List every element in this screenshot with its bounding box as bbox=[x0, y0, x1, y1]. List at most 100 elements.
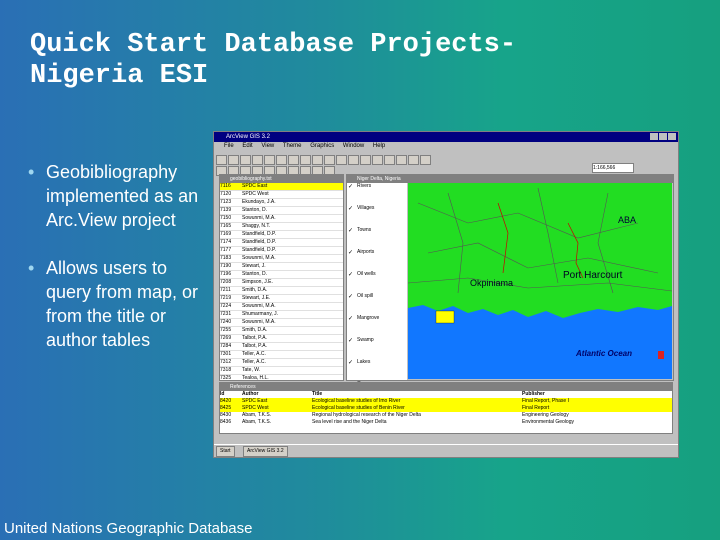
attribute-row[interactable]: 7177 Standfield, D.P. bbox=[220, 247, 343, 255]
attribute-name: Stewart, J. bbox=[242, 263, 266, 269]
table-cell: Final Report bbox=[522, 405, 550, 411]
taskbar-arcview-button[interactable]: ArcView GIS 3.2 bbox=[243, 446, 288, 457]
attribute-name: Shumarmany, J. bbox=[242, 311, 279, 317]
bullet-text: Geobibliography implemented as an Arc.Vi… bbox=[46, 162, 199, 230]
map-label-aba: ABA bbox=[618, 215, 636, 225]
menu-file[interactable]: File bbox=[224, 143, 234, 149]
attribute-row[interactable]: 7196 Stanton, D. bbox=[220, 271, 343, 279]
attribute-name: Simpson, J.E. bbox=[242, 279, 273, 285]
bullet-dot-icon: • bbox=[28, 258, 35, 278]
attribute-id: 7231 bbox=[220, 311, 232, 317]
table-cell: Regional hydrological research of the Ni… bbox=[312, 412, 421, 418]
attribute-row[interactable]: 7183 Sowunmi, M.A. bbox=[220, 255, 343, 263]
attribute-row[interactable]: 7150 Sowunmi, M.A. bbox=[220, 215, 343, 223]
attribute-row[interactable]: 7318 Tate, W. bbox=[220, 367, 343, 375]
start-button[interactable]: Start bbox=[216, 446, 235, 457]
menu-help[interactable]: Help bbox=[373, 143, 385, 149]
table-cell: 8430 bbox=[220, 412, 232, 418]
attribute-row[interactable]: 7269 Talbot, P.A. bbox=[220, 335, 343, 343]
close-icon[interactable] bbox=[668, 133, 676, 140]
attribute-row[interactable]: 7224 Sowunmi, M.A. bbox=[220, 303, 343, 311]
table-cell: Abam, T.K.S. bbox=[242, 412, 272, 418]
menu-edit[interactable]: Edit bbox=[242, 143, 252, 149]
toc-theme-item[interactable]: Swamp bbox=[347, 337, 407, 359]
button-bar bbox=[214, 151, 678, 165]
maximize-icon[interactable] bbox=[659, 133, 667, 140]
attribute-id: 7120 bbox=[220, 191, 232, 197]
view-window-title: Niger Delta, Nigeria bbox=[347, 175, 673, 183]
attribute-id: 7183 bbox=[220, 255, 232, 261]
attribute-id: 7208 bbox=[220, 279, 232, 285]
attribute-name: Stanton, D. bbox=[242, 271, 268, 277]
attribute-name: SPDC West bbox=[242, 191, 269, 197]
table-cell: Sea level rise and the Niger Delta bbox=[312, 419, 387, 425]
table-header-cell[interactable]: Title bbox=[312, 391, 522, 398]
bullet-dot-icon: • bbox=[28, 162, 35, 182]
attribute-id: 7255 bbox=[220, 327, 232, 333]
attribute-id: 7174 bbox=[220, 239, 232, 245]
table-row[interactable]: 8436 Abam, T.K.S. Sea level rise and the N… bbox=[220, 419, 672, 426]
attribute-name: Tate, W. bbox=[242, 367, 261, 373]
attribute-name: Sowunmi, M.A. bbox=[242, 255, 276, 261]
toc-theme-item[interactable]: Towns bbox=[347, 227, 407, 249]
attribute-row[interactable]: 7312 Teller, A.C. bbox=[220, 359, 343, 367]
table-cell: 8420 bbox=[220, 398, 232, 404]
attribute-id: 7269 bbox=[220, 335, 232, 341]
bullet-text: Allows users to query from map, or from … bbox=[46, 258, 199, 350]
attribute-id: 7190 bbox=[220, 263, 232, 269]
table-header-cell[interactable]: Publisher bbox=[522, 391, 662, 398]
attribute-row[interactable]: 7116 SPDC East bbox=[220, 183, 343, 191]
attribute-row[interactable]: 7219 Stewart, J.E. bbox=[220, 295, 343, 303]
map-marker-red bbox=[658, 351, 664, 359]
toc-theme-item[interactable]: Oil spill bbox=[347, 293, 407, 315]
attribute-row[interactable]: 7231 Shumarmany, J. bbox=[220, 311, 343, 319]
attribute-row[interactable]: 7174 Standfield, D.P. bbox=[220, 239, 343, 247]
attribute-row[interactable]: 7120 SPDC West bbox=[220, 191, 343, 199]
references-table-window: References Id Author Title Publisher 8420 SPD… bbox=[219, 382, 673, 434]
toc-theme-item[interactable]: Rivers bbox=[347, 183, 407, 205]
attribute-id: 7150 bbox=[220, 215, 232, 221]
attribute-row[interactable]: 7169 Standfield, D.P. bbox=[220, 231, 343, 239]
attribute-row[interactable]: 7139 Stanton, D. bbox=[220, 207, 343, 215]
menu-window[interactable]: Window bbox=[343, 143, 364, 149]
toc-theme-item[interactable]: Oil wells bbox=[347, 271, 407, 293]
attribute-id: 7301 bbox=[220, 351, 232, 357]
menu-theme[interactable]: Theme bbox=[283, 143, 302, 149]
attribute-row[interactable]: 7301 Teller, A.C. bbox=[220, 351, 343, 359]
toc-theme-item[interactable]: Villages bbox=[347, 205, 407, 227]
menu-graphics[interactable]: Graphics bbox=[310, 143, 334, 149]
attributes-window: geobibliography.txt 7116 SPDC East 7120 SPD… bbox=[219, 174, 344, 391]
attribute-row[interactable]: 7165 Shaggy, N.T. bbox=[220, 223, 343, 231]
table-header-cell[interactable]: Author bbox=[242, 391, 312, 398]
map-label-okpiniama: Okpiniama bbox=[470, 278, 513, 288]
table-row[interactable]: 8420 SPDC East Ecological baseline studies… bbox=[220, 398, 672, 405]
toc-theme-item[interactable]: Lakes bbox=[347, 359, 407, 381]
table-row[interactable]: 8430 Abam, T.K.S. Regional hydrological re… bbox=[220, 412, 672, 419]
tool-bar: 1:166,566 bbox=[214, 162, 678, 176]
attribute-row[interactable]: 7211 Smith, D.A. bbox=[220, 287, 343, 295]
menu-view[interactable]: View bbox=[261, 143, 274, 149]
app-title: ArcView GIS 3.2 bbox=[226, 134, 270, 140]
attribute-row[interactable]: 7284 Talbot, P.A. bbox=[220, 343, 343, 351]
attribute-row[interactable]: 7255 Smith, D.A. bbox=[220, 327, 343, 335]
table-cell: Final Report, Phase I bbox=[522, 398, 569, 404]
map-label-ocean: Atlantic Ocean bbox=[575, 349, 632, 358]
attribute-row[interactable]: 7208 Simpson, J.E. bbox=[220, 279, 343, 287]
attribute-row[interactable]: 7190 Stewart, J. bbox=[220, 263, 343, 271]
table-row[interactable]: 8425 SPDC West Ecological baseline studies… bbox=[220, 405, 672, 412]
toc-theme-item[interactable]: Mangrove bbox=[347, 315, 407, 337]
attribute-row[interactable]: 7240 Sowunmi, M.A. bbox=[220, 319, 343, 327]
minimize-icon[interactable] bbox=[650, 133, 658, 140]
attribute-row[interactable]: 7123 Ekundayo, J.A. bbox=[220, 199, 343, 207]
attribute-name: Sowunmi, M.A. bbox=[242, 215, 276, 221]
attribute-id: 7318 bbox=[220, 367, 232, 373]
map-canvas[interactable]: ABA Port Harcourt Okpiniama Atlantic Oce… bbox=[408, 183, 672, 379]
taskbar: Start ArcView GIS 3.2 bbox=[214, 444, 678, 457]
table-header-cell[interactable]: Id bbox=[220, 391, 242, 398]
attribute-name: Shaggy, N.T. bbox=[242, 223, 271, 229]
toc-theme-item[interactable]: Airports bbox=[347, 249, 407, 271]
attribute-name: Smith, D.A. bbox=[242, 327, 268, 333]
table-of-contents: RiversVillagesTownsAirportsOil wellsOil … bbox=[347, 183, 407, 388]
view-window: Niger Delta, Nigeria RiversVillagesTowns… bbox=[346, 174, 674, 388]
scale-input[interactable]: 1:166,566 bbox=[592, 163, 634, 173]
